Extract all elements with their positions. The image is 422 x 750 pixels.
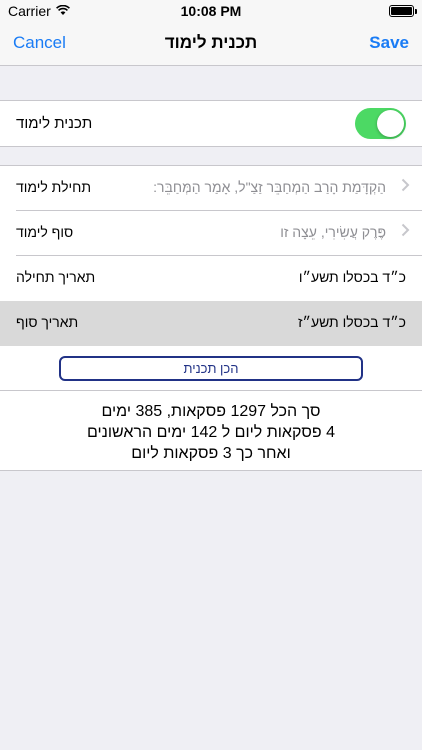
start-date-value: כ״ד בכסלו תשע״ו (298, 269, 406, 285)
start-date-label: תאריך תחילה (16, 269, 96, 285)
page-title: תכנית לימוד (164, 33, 258, 52)
battery-icon (389, 5, 417, 17)
chevron-right-icon (401, 223, 410, 242)
battery-fill (391, 7, 412, 15)
end-value: פֶּרֶק עֲשִׂירִי, עֵצָה זו (280, 224, 386, 240)
study-plan-toggle-label: תכנית לימוד (16, 115, 93, 132)
start-label: תחילת לימוד (16, 179, 92, 195)
summary-line: סך הכל 1297 פסקאות, 385 ימים (101, 403, 321, 420)
end-date-label: תאריך סוף (16, 314, 79, 330)
study-plan-switch[interactable] (355, 108, 406, 139)
status-bar: Carrier 10:08 PM (0, 0, 422, 22)
summary-line: ואחר כך 3 פסקאות ליום (131, 445, 291, 462)
switch-knob (377, 110, 404, 137)
end-label: סוף לימוד (16, 224, 74, 240)
study-plan-toggle-row: תכנית לימוד (0, 100, 422, 147)
list-item-start-date[interactable]: כ״ד בכסלו תשע״ו תאריך תחילה (0, 256, 422, 301)
plan-summary: סך הכל 1297 פסקאות, 385 ימים 4 פסקאות לי… (0, 391, 422, 471)
summary-line: 4 פסקאות ליום ל 142 ימים הראשונים (86, 424, 336, 441)
status-time: 10:08 PM (180, 3, 242, 19)
list-item-start[interactable]: הַקְדָּמַת הָרַב הַמְחַבֵּר זַצַ"ל, אָמַ… (0, 166, 422, 211)
prepare-plan-button[interactable]: הכן תכנית (59, 356, 363, 381)
navigation-bar: Cancel תכנית לימוד Save (0, 22, 422, 66)
start-value: הַקְדָּמַת הָרַב הַמְחַבֵּר זַצַ"ל, אָמַ… (153, 179, 386, 195)
end-date-value: כ״ד בכסלו תשע״ז (297, 314, 406, 330)
list-item-end-date[interactable]: כ״ד בכסלו תשע״ז תאריך סוף (0, 301, 422, 346)
save-button[interactable]: Save (369, 33, 409, 53)
chevron-right-icon (401, 178, 410, 197)
list-item-end[interactable]: פֶּרֶק עֲשִׂירִי, עֵצָה זו סוף לימוד (0, 211, 422, 256)
